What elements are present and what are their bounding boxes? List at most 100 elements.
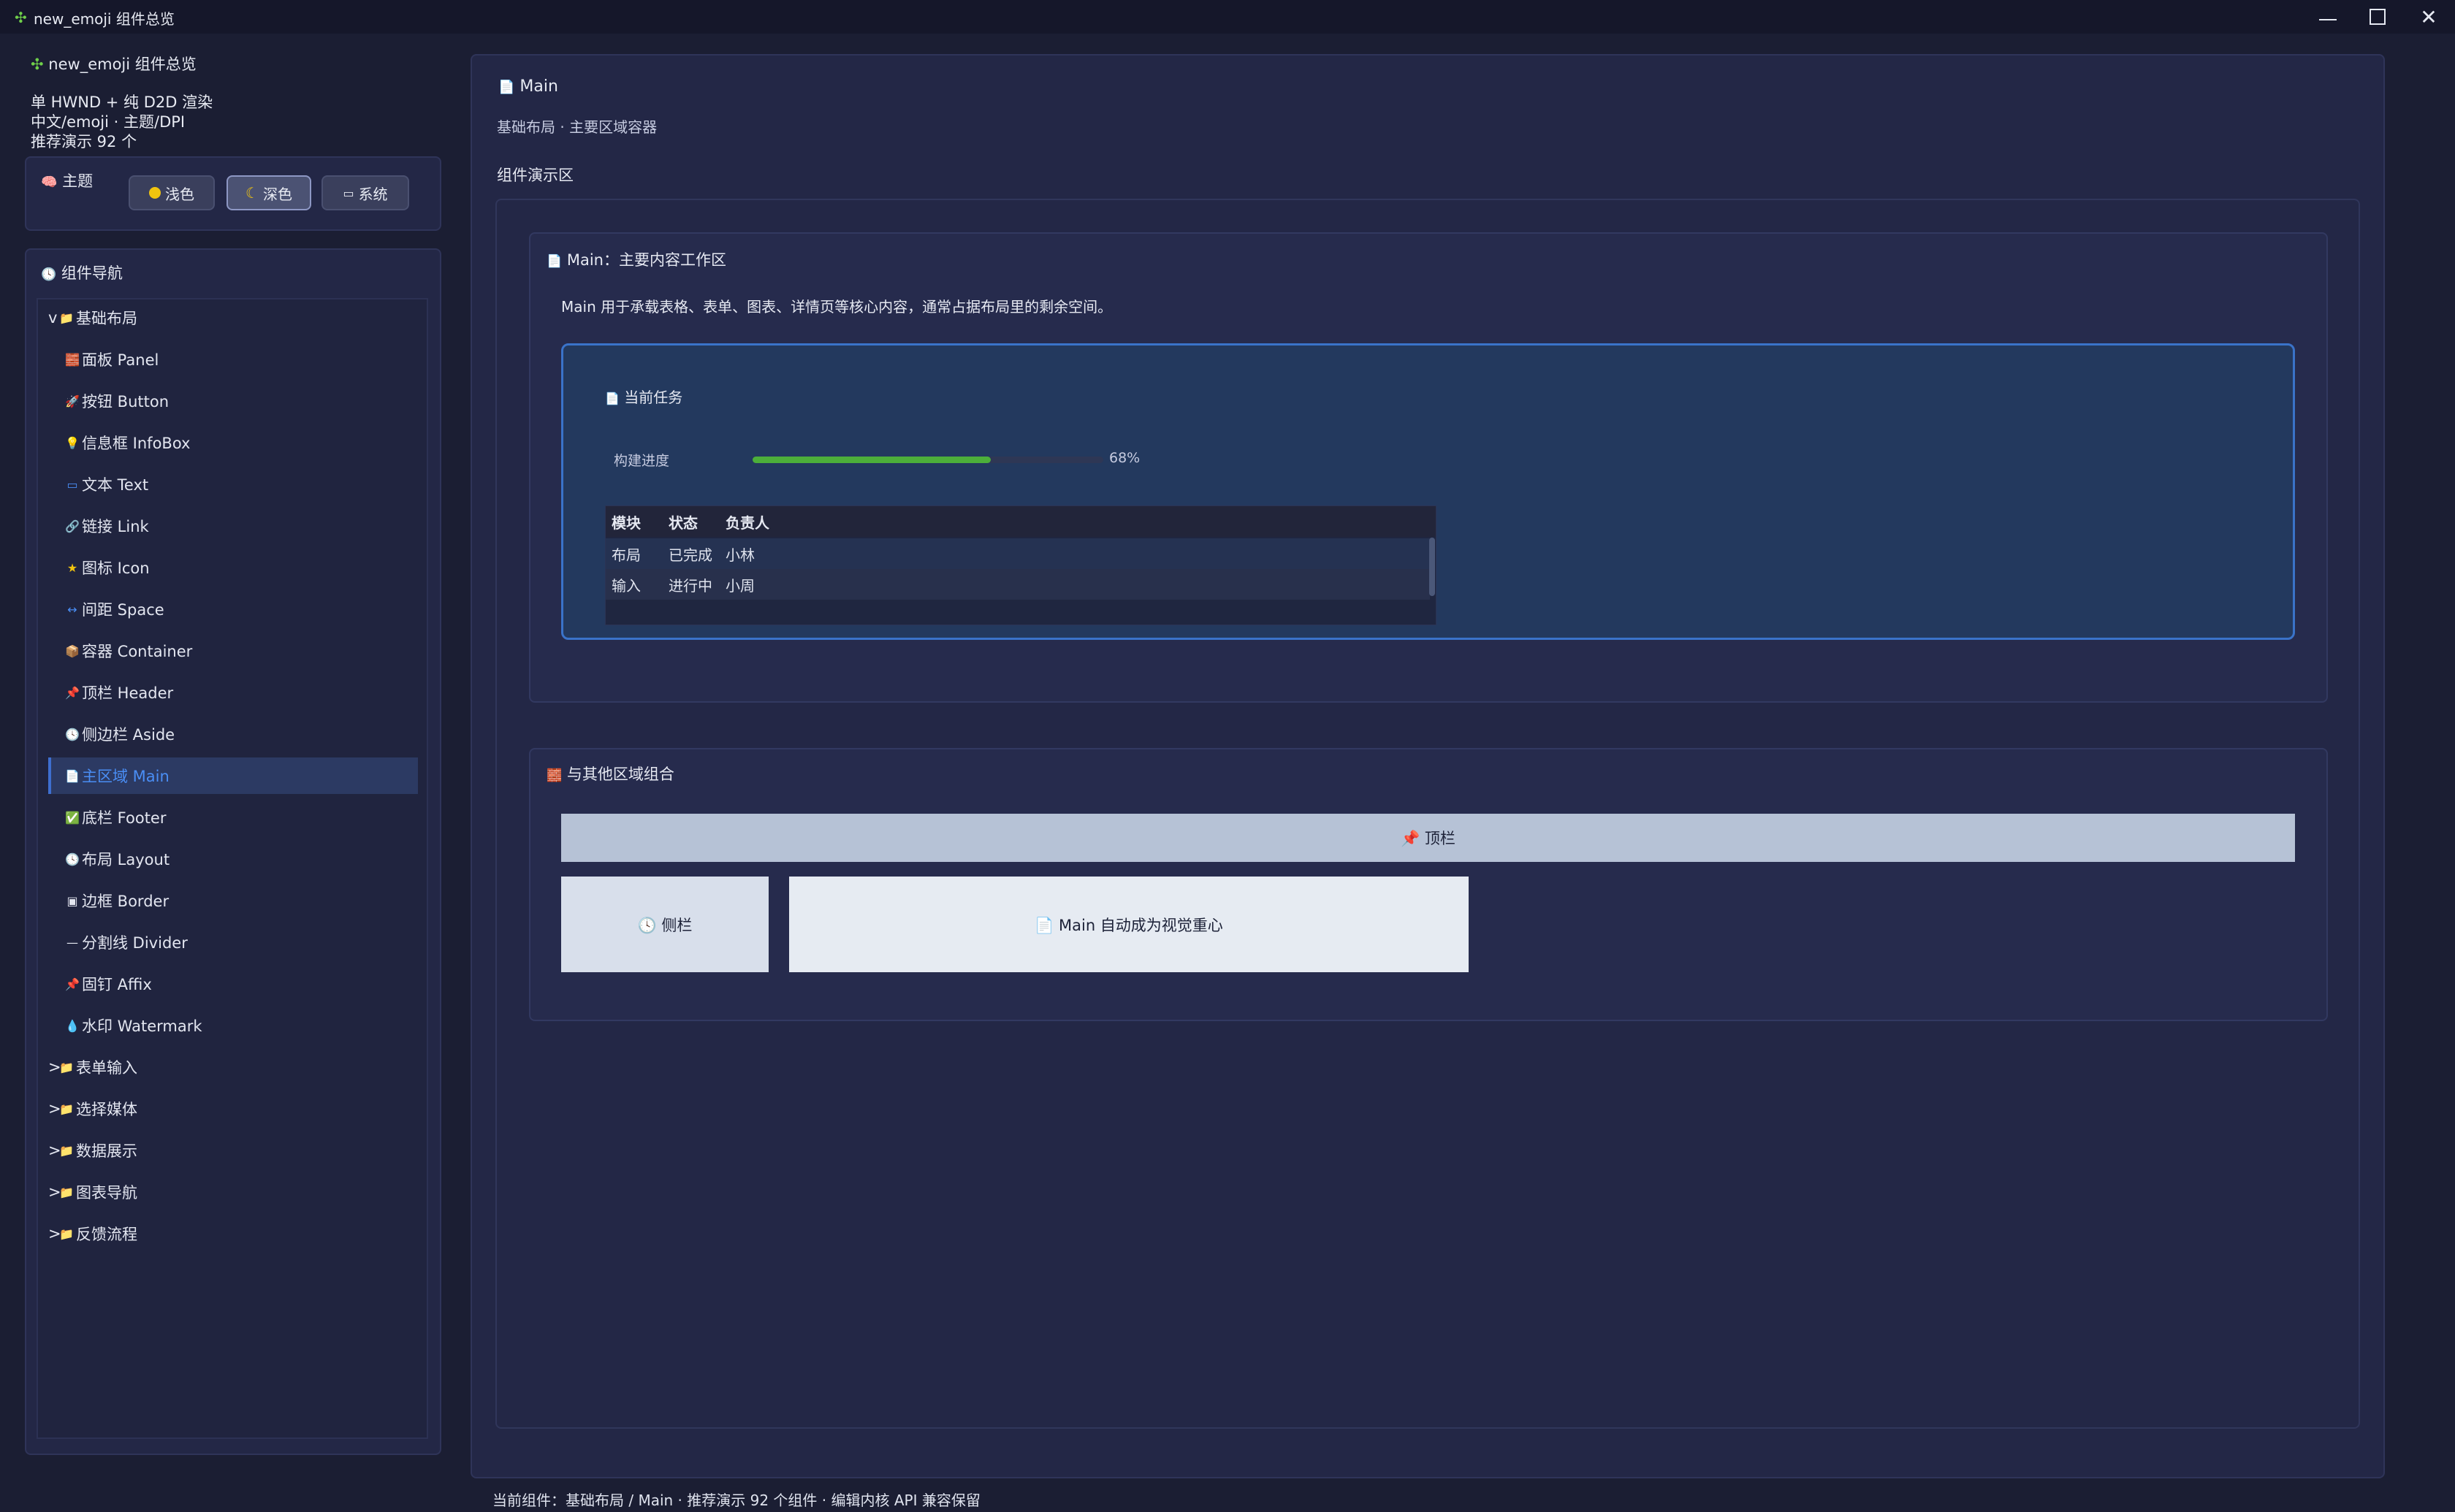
star-icon: ★ (66, 560, 78, 575)
folder-icon: 📁 (59, 1060, 74, 1074)
nav-item-footer[interactable]: ✅ 底栏 Footer (48, 799, 418, 836)
nav-item-space[interactable]: ↔ 间距 Space (48, 591, 418, 627)
rocket-icon: 🚀 (65, 394, 80, 408)
info-line: 单 HWND + 纯 D2D 渲染 (31, 93, 213, 111)
nav-group-basic[interactable]: v 📁 基础布局 (48, 299, 418, 336)
pin-icon: 📌 (65, 685, 80, 700)
page-title: 📄 Main (498, 77, 558, 96)
info-line: 推荐演示 92 个 (31, 133, 137, 150)
droplet-icon: 💧 (65, 1018, 80, 1033)
moon-icon: ☾ (246, 184, 259, 202)
progress-fill (753, 457, 991, 463)
info-line: 中文/emoji · 主题/DPI (31, 113, 186, 131)
demo-aside-region: 🕓 侧栏 (561, 877, 769, 972)
demo-header-region: 📌 顶栏 (561, 814, 2295, 862)
progress-percent: 68% (1109, 450, 1141, 466)
nav-tree[interactable]: v 📁 基础布局 🧱 面板 Panel 🚀 按钮 Button 💡 信息框 InfoBox… (37, 298, 428, 1439)
computer-icon: ▭ (343, 186, 354, 200)
task-title: 📄 当前任务 (605, 389, 683, 406)
theme-light-button[interactable]: 浅色 (129, 175, 215, 210)
demo-area-label: 组件演示区 (497, 167, 574, 184)
nav-group-data[interactable]: > 📁 数据展示 (48, 1132, 418, 1169)
folder-icon: 📁 (59, 1143, 74, 1158)
nav-item-main[interactable]: 📄 主区域 Main (48, 757, 418, 794)
clock-icon: 🕓 (65, 852, 80, 866)
chevron-right-icon: > (48, 1225, 61, 1242)
nav-item-infobox[interactable]: 💡 信息框 InfoBox (48, 424, 418, 461)
folder-icon: 📁 (59, 310, 74, 325)
link-icon: 🔗 (65, 519, 80, 533)
maximize-button[interactable] (2353, 0, 2402, 34)
app-icon: ✣ (31, 56, 44, 73)
title-bar: ✣ new_emoji 组件总览 ✕ (0, 0, 2455, 34)
minimize-button[interactable] (2303, 0, 2353, 34)
arrows-horizontal-icon: ↔ (67, 602, 77, 616)
table-cell: 输入 (612, 576, 641, 595)
nav-item-panel[interactable]: 🧱 面板 Panel (48, 341, 418, 378)
document-icon: 📄 (65, 768, 80, 783)
nav-group-feedback[interactable]: > 📁 反馈流程 (48, 1215, 418, 1252)
maximize-icon (2370, 9, 2386, 25)
chevron-down-icon: v (48, 309, 58, 327)
check-icon: ✅ (65, 810, 80, 825)
folder-icon: 📁 (59, 1101, 74, 1116)
nav-item-affix[interactable]: 📌 固钉 Affix (48, 966, 418, 1002)
theme-dark-button[interactable]: ☾ 深色 (227, 175, 311, 210)
column-header[interactable]: 状态 (663, 506, 720, 537)
nav-item-container[interactable]: 📦 容器 Container (48, 633, 418, 669)
progress-label: 构建进度 (614, 453, 670, 469)
folder-icon: 📁 (59, 1226, 74, 1241)
nav-item-link[interactable]: 🔗 链接 Link (48, 508, 418, 544)
document-icon: 📄 (605, 392, 620, 405)
card-title: 📄 Main：主要内容工作区 (547, 251, 726, 269)
card-description: Main 用于承载表格、表单、图表、详情页等核心内容，通常占据布局里的剩余空间。 (561, 298, 1113, 316)
table-scrollbar[interactable] (1429, 538, 1435, 596)
brick-icon: 🧱 (65, 352, 80, 367)
nav-item-layout[interactable]: 🕓 布局 Layout (48, 841, 418, 877)
bulb-icon: 💡 (65, 435, 80, 450)
document-icon: 📄 (498, 80, 515, 95)
window-title: new_emoji 组件总览 (34, 10, 175, 28)
nav-item-border[interactable]: ▣ 边框 Border (48, 882, 418, 919)
table-cell: 进行中 (669, 576, 712, 595)
nav-item-header[interactable]: 📌 顶栏 Header (48, 674, 418, 711)
nav-group-media[interactable]: > 📁 选择媒体 (48, 1091, 418, 1127)
status-bar: 当前组件：基础布局 / Main · 推荐演示 92 个组件 · 编辑内核 AP… (492, 1492, 981, 1509)
sun-icon (149, 187, 161, 199)
table-cell: 布局 (612, 546, 641, 564)
card-title: 🧱 与其他区域组合 (547, 765, 674, 783)
nav-item-aside[interactable]: 🕓 侧边栏 Aside (48, 716, 418, 752)
table-row[interactable]: 输入 进行中 小周 (606, 569, 1430, 600)
border-icon: ▣ (66, 893, 78, 908)
progress-bar (753, 457, 1103, 463)
nav-title: 🕓 组件导航 (41, 264, 123, 282)
close-icon: ✕ (2420, 4, 2437, 29)
chevron-right-icon: > (48, 1183, 61, 1201)
folder-icon: 📁 (59, 1185, 74, 1199)
table-cell: 小周 (726, 576, 755, 595)
brick-icon: 🧱 (547, 768, 563, 783)
nav-item-text[interactable]: ▭ 文本 Text (48, 466, 418, 503)
sidebar-app-title: ✣ new_emoji 组件总览 (31, 56, 197, 73)
demo-main-region: 📄 Main 自动成为视觉重心 (789, 877, 1469, 972)
chevron-right-icon: > (48, 1100, 61, 1118)
nav-item-button[interactable]: 🚀 按钮 Button (48, 383, 418, 419)
app-icon: ✣ (15, 9, 27, 26)
nav-group-form[interactable]: > 📁 表单输入 (48, 1049, 418, 1085)
nav-item-divider[interactable]: — 分割线 Divider (48, 924, 418, 961)
document-icon: 📄 (547, 254, 563, 269)
theme-system-button[interactable]: ▭ 系统 (321, 175, 409, 210)
chevron-right-icon: > (48, 1142, 61, 1159)
nav-group-chart[interactable]: > 📁 图表导航 (48, 1174, 418, 1210)
divider-icon: — (66, 935, 78, 950)
table-cell: 小林 (726, 546, 755, 564)
clock-icon: 🕓 (41, 267, 57, 282)
chevron-right-icon: > (48, 1058, 61, 1076)
close-button[interactable]: ✕ (2404, 0, 2454, 34)
task-table[interactable]: 模块 状态 负责人 布局 已完成 小林 输入 进行中 小周 (605, 505, 1436, 625)
column-header[interactable]: 负责人 (720, 506, 1436, 537)
nav-item-icon[interactable]: ★ 图标 Icon (48, 549, 418, 586)
table-row[interactable]: 布局 已完成 小林 (606, 538, 1430, 569)
nav-item-watermark[interactable]: 💧 水印 Watermark (48, 1007, 418, 1044)
column-header[interactable]: 模块 (606, 506, 663, 537)
